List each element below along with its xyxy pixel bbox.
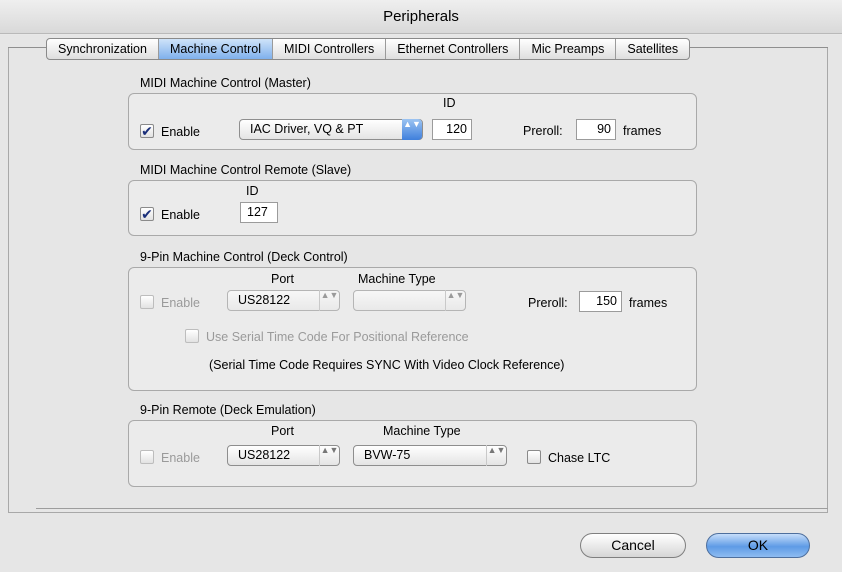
ninepin-deck-port-value: US28122 (238, 293, 291, 307)
ninepin-remote-machine-type-popup[interactable]: BVW-75 ▲▼ (353, 445, 507, 466)
mmc-master-preroll-field[interactable]: 90 (576, 119, 616, 140)
serial-tc-checkbox[interactable] (185, 329, 199, 343)
ninepin-remote-enable-checkbox[interactable] (140, 450, 154, 464)
tab-midi-controllers[interactable]: MIDI Controllers (273, 39, 387, 59)
ninepin-deck-enable-label: Enable (161, 296, 200, 310)
mmc-master-enable-checkbox[interactable]: ✔ (140, 124, 154, 138)
ninepin-remote-port-value: US28122 (238, 448, 291, 462)
mmc-remote-enable-checkbox[interactable]: ✔ (140, 207, 154, 221)
ninepin-deck-port-label: Port (271, 272, 294, 286)
updown-arrows-icon: ▲▼ (402, 119, 422, 140)
mmc-master-heading: MIDI Machine Control (Master) (140, 76, 311, 90)
footer-separator (36, 508, 828, 509)
ninepin-remote-port-label: Port (271, 424, 294, 438)
updown-arrows-icon: ▲▼ (445, 290, 465, 311)
mmc-remote-heading: MIDI Machine Control Remote (Slave) (140, 163, 352, 177)
mmc-master-device-popup[interactable]: IAC Driver, VQ & PT ▲▼ (239, 119, 423, 140)
check-icon: ✔ (141, 123, 153, 139)
ninepin-remote-port-popup[interactable]: US28122 ▲▼ (227, 445, 340, 466)
ninepin-deck-machine-type-label: Machine Type (358, 272, 436, 286)
tab-satellites[interactable]: Satellites (616, 39, 689, 59)
mmc-remote-enable-label: Enable (161, 208, 200, 222)
tab-machine-control[interactable]: Machine Control (158, 39, 273, 59)
serial-tc-label: Use Serial Time Code For Positional Refe… (206, 330, 469, 344)
mmc-master-device-value: IAC Driver, VQ & PT (250, 122, 364, 136)
ninepin-deck-heading: 9-Pin Machine Control (Deck Control) (140, 250, 348, 264)
ninepin-remote-heading: 9-Pin Remote (Deck Emulation) (140, 403, 316, 417)
updown-arrows-icon: ▲▼ (319, 290, 339, 311)
updown-arrows-icon: ▲▼ (486, 445, 506, 466)
tab-ethernet-controllers[interactable]: Ethernet Controllers (386, 39, 521, 59)
window-title: Peripherals (383, 8, 459, 25)
tab-synchronization[interactable]: Synchronization (47, 39, 159, 59)
ok-button[interactable]: OK (706, 533, 810, 558)
mmc-remote-group (128, 180, 697, 236)
title-bar: Peripherals (0, 0, 842, 34)
mmc-master-enable-label: Enable (161, 125, 200, 139)
mmc-master-id-field[interactable]: 120 (432, 119, 472, 140)
ninepin-deck-enable-checkbox[interactable] (140, 295, 154, 309)
ninepin-deck-frames-label: frames (629, 296, 668, 310)
ninepin-deck-preroll-label: Preroll: (528, 296, 568, 310)
ninepin-deck-preroll-field[interactable]: 150 (579, 291, 622, 312)
updown-arrows-icon: ▲▼ (319, 445, 339, 466)
mmc-master-preroll-label: Preroll: (523, 124, 563, 138)
ninepin-remote-enable-label: Enable (161, 451, 200, 465)
dialog-content: Synchronization Machine Control MIDI Con… (0, 35, 842, 572)
mmc-master-frames-label: frames (623, 124, 662, 138)
mmc-remote-id-field[interactable]: 127 (240, 202, 278, 223)
ninepin-remote-machine-type-label: Machine Type (383, 424, 461, 438)
tab-bar: Synchronization Machine Control MIDI Con… (46, 38, 691, 60)
ninepin-deck-machine-type-popup[interactable]: ▲▼ (353, 290, 466, 311)
serial-tc-note: (Serial Time Code Requires SYNC With Vid… (209, 358, 565, 372)
tab-mic-preamps[interactable]: Mic Preamps (520, 39, 617, 59)
mmc-master-id-label: ID (443, 96, 456, 110)
check-icon: ✔ (141, 206, 153, 222)
ninepin-remote-machine-type-value: BVW-75 (364, 448, 411, 462)
ninepin-deck-port-popup[interactable]: US28122 ▲▼ (227, 290, 340, 311)
chase-ltc-label: Chase LTC (548, 451, 611, 465)
cancel-button[interactable]: Cancel (580, 533, 686, 558)
mmc-remote-id-label: ID (246, 184, 259, 198)
chase-ltc-checkbox[interactable] (527, 450, 541, 464)
